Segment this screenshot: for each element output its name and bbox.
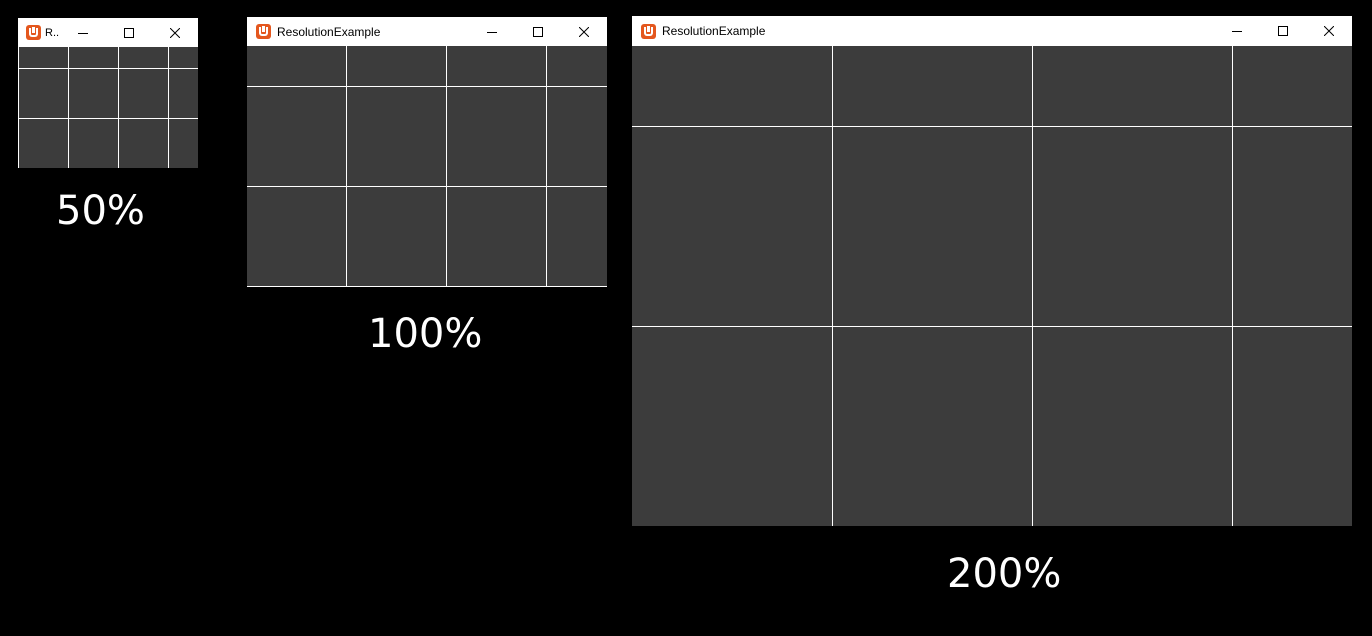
grid-line — [446, 46, 447, 287]
grid-line — [632, 126, 1352, 127]
close-button[interactable] — [561, 17, 607, 46]
title-bar[interactable]: R.. — [18, 18, 198, 47]
grid-line — [247, 286, 607, 287]
maximize-button[interactable] — [515, 17, 561, 46]
grid-line — [18, 118, 198, 119]
grid-line — [118, 47, 119, 168]
minimize-button[interactable] — [60, 18, 106, 47]
maximize-icon — [533, 26, 543, 37]
grid-line — [832, 46, 833, 526]
grid-line — [1232, 46, 1233, 526]
close-button[interactable] — [152, 18, 198, 47]
monogame-app-icon — [256, 24, 271, 39]
grid-line — [1032, 46, 1033, 526]
grid-line — [168, 47, 169, 168]
window-200: ResolutionExample — [632, 16, 1352, 526]
close-icon — [170, 27, 180, 38]
scale-label-100: 100% — [368, 311, 483, 357]
window-title: R.. — [45, 26, 60, 39]
minimize-icon — [78, 32, 88, 34]
game-client-area[interactable] — [632, 46, 1352, 526]
window-50: R.. — [18, 18, 198, 168]
minimize-icon — [1232, 31, 1242, 32]
minimize-button[interactable] — [469, 17, 515, 46]
close-button[interactable] — [1306, 16, 1352, 46]
title-bar[interactable]: ResolutionExample — [632, 16, 1352, 46]
grid-line — [632, 326, 1352, 327]
grid-line — [68, 47, 69, 168]
game-client-area[interactable] — [18, 47, 198, 168]
close-icon — [579, 26, 589, 37]
grid-line — [546, 46, 547, 287]
grid-line — [18, 47, 19, 168]
scale-label-50: 50% — [56, 188, 145, 234]
maximize-icon — [1278, 26, 1288, 36]
window-title: ResolutionExample — [662, 24, 766, 38]
close-icon — [1324, 26, 1334, 36]
monogame-app-icon — [641, 23, 656, 39]
game-client-area[interactable] — [247, 46, 607, 287]
maximize-button[interactable] — [106, 18, 152, 47]
title-bar[interactable]: ResolutionExample — [247, 17, 607, 46]
grid-line — [247, 86, 607, 87]
scale-label-200: 200% — [947, 551, 1062, 597]
minimize-button[interactable] — [1214, 16, 1260, 46]
window-title: ResolutionExample — [277, 24, 381, 39]
maximize-button[interactable] — [1260, 16, 1306, 46]
minimize-icon — [487, 31, 497, 33]
grid-line — [346, 46, 347, 287]
maximize-icon — [124, 27, 134, 38]
grid-line — [18, 68, 198, 69]
window-100: ResolutionExample — [247, 17, 607, 287]
monogame-app-icon — [26, 25, 41, 40]
grid-line — [247, 186, 607, 187]
